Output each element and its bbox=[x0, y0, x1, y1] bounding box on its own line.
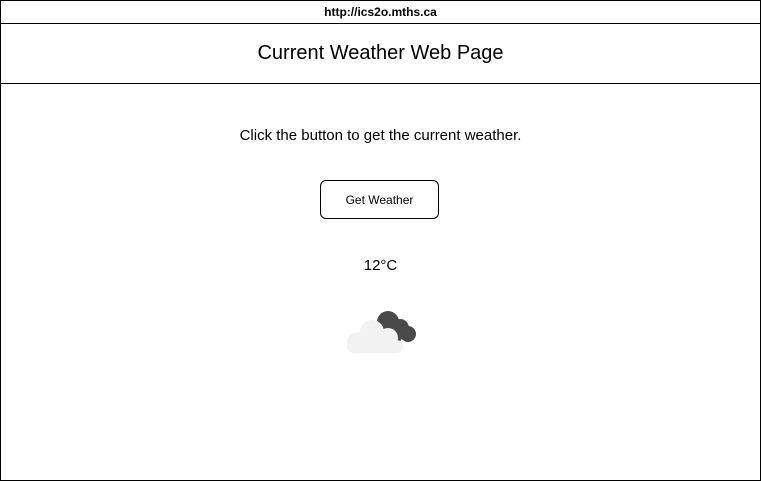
get-weather-button[interactable]: Get Weather bbox=[320, 180, 439, 219]
page-title: Current Weather Web Page bbox=[257, 42, 504, 64]
temperature-readout: 12°C bbox=[363, 257, 398, 274]
page-header: Current Weather Web Page bbox=[1, 24, 760, 84]
cloudy-icon bbox=[347, 311, 416, 354]
instruction-text: Click the button to get the current weat… bbox=[239, 127, 522, 144]
browser-window: http://ics2o.mths.ca Current Weather Web… bbox=[0, 0, 761, 481]
url-text: http://ics2o.mths.ca bbox=[324, 5, 437, 19]
address-bar[interactable]: http://ics2o.mths.ca bbox=[1, 1, 760, 24]
